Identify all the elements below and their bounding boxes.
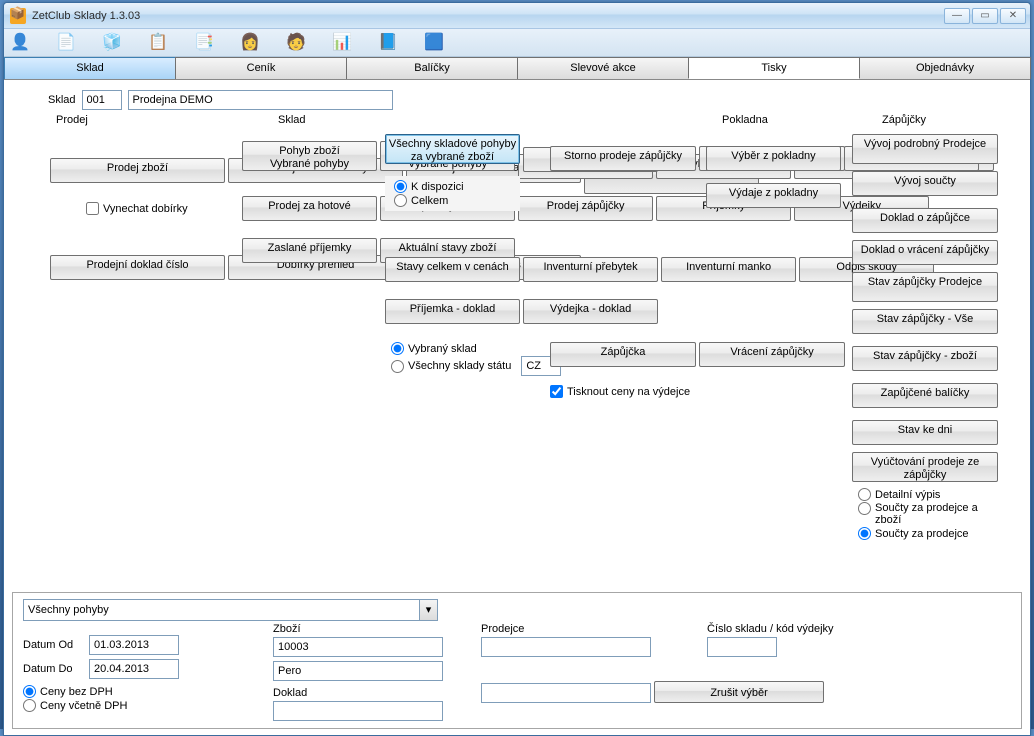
hdr-zapujcky: Zápůjčky bbox=[882, 114, 926, 126]
sklad-code-input[interactable] bbox=[82, 90, 122, 110]
tb-icon-6[interactable]: 👩 bbox=[240, 33, 260, 53]
maximize-button[interactable]: ▭ bbox=[972, 8, 998, 24]
chk-vynechat[interactable] bbox=[86, 202, 99, 215]
radio-celkem[interactable] bbox=[394, 194, 407, 207]
btn-stav-zbozi[interactable]: Stav zápůjčky - zboží bbox=[852, 346, 998, 371]
btn-prijemka-doklad[interactable]: Příjemka - doklad bbox=[385, 299, 520, 324]
radio-detailni-lbl: Detailní výpis bbox=[875, 489, 940, 501]
app-icon bbox=[10, 8, 26, 24]
radio-bez-dph[interactable] bbox=[23, 685, 36, 698]
hdr-sklad: Sklad bbox=[278, 114, 306, 126]
zbozi-name-input[interactable] bbox=[273, 661, 443, 681]
hdr-pokladna: Pokladna bbox=[722, 114, 768, 126]
radio-vybrany-sklad[interactable] bbox=[391, 342, 404, 355]
close-button[interactable]: ✕ bbox=[1000, 8, 1026, 24]
btn-vyuctovani[interactable]: Vyúčtování prodeje ze zápůjčky bbox=[852, 452, 998, 482]
tab-balicky[interactable]: Balíčky bbox=[346, 57, 518, 79]
tab-cenik[interactable]: Ceník bbox=[175, 57, 347, 79]
tb-icon-1[interactable]: 👤 bbox=[10, 33, 30, 53]
radio-kdispozici[interactable] bbox=[394, 180, 407, 193]
btn-doklad-vraceni[interactable]: Doklad o vrácení zápůjčky bbox=[852, 240, 998, 265]
toolbar: 👤 📄 🧊 📋 📑 👩 🧑 📊 📘 🟦 bbox=[4, 29, 1030, 57]
tb-icon-2[interactable]: 📄 bbox=[56, 33, 76, 53]
prodejce-code-input[interactable] bbox=[481, 637, 651, 657]
datum-do-input[interactable] bbox=[89, 659, 179, 679]
prodejce-name-input[interactable] bbox=[481, 683, 651, 703]
radio-celkem-lbl: Celkem bbox=[411, 195, 448, 207]
datum-od-input[interactable] bbox=[89, 635, 179, 655]
tb-icon-3[interactable]: 🧊 bbox=[102, 33, 122, 53]
radio-soucty-prodejce[interactable] bbox=[858, 527, 871, 540]
btn-vsechny-pohyby-zbozi[interactable]: Všechny skladové pohyby za vybrané zboží bbox=[385, 134, 520, 164]
sklad-name-input[interactable] bbox=[128, 90, 393, 110]
datum-do-lbl: Datum Do bbox=[23, 663, 83, 675]
radio-vybrany-sklad-lbl: Vybraný sklad bbox=[408, 343, 477, 355]
tb-icon-5[interactable]: 📑 bbox=[194, 33, 214, 53]
radio-vsechny-sklady[interactable] bbox=[391, 360, 404, 373]
btn-vyvoj-soucty[interactable]: Vývoj součty bbox=[852, 171, 998, 196]
btn-stav-ke-dni[interactable]: Stav ke dni bbox=[852, 420, 998, 445]
sklad-label: Sklad bbox=[48, 94, 76, 106]
btn-stavy-cenach[interactable]: Stavy celkem v cenách bbox=[385, 257, 520, 282]
btn-zapujcka[interactable]: Zápůjčka bbox=[550, 342, 696, 367]
tab-slevove[interactable]: Slevové akce bbox=[517, 57, 689, 79]
radio-detailni[interactable] bbox=[858, 488, 871, 501]
dropdown-icon[interactable]: ▾ bbox=[419, 600, 437, 620]
window-title: ZetClub Sklady 1.3.03 bbox=[30, 10, 944, 22]
doklad-input[interactable] bbox=[273, 701, 443, 721]
content-area: Sklad Prodej Sklad Pokladna Zápůjčky Pro… bbox=[4, 80, 1030, 590]
radio-soucty-prodejce-zbozi-lbl: Součty za prodejce a zboží bbox=[875, 502, 995, 526]
cislo-lbl: Číslo skladu / kód výdejky bbox=[707, 623, 834, 635]
btn-pohyb-vybrane[interactable]: Pohyb zboží Vybrané pohyby bbox=[242, 141, 377, 171]
tab-strip: Sklad Ceník Balíčky Slevové akce Tisky O… bbox=[4, 57, 1030, 80]
tb-icon-7[interactable]: 🧑 bbox=[286, 33, 306, 53]
radio-vcetne-dph[interactable] bbox=[23, 699, 36, 712]
btn-vydaje-pokladny[interactable]: Výdaje z pokladny bbox=[706, 183, 841, 208]
pohyby-combo-text: Všechny pohyby bbox=[24, 604, 419, 616]
btn-vyber-pokladny[interactable]: Výběr z pokladny bbox=[706, 146, 841, 171]
doklad-lbl: Doklad bbox=[273, 687, 443, 699]
chk-vynechat-lbl: Vynechat dobírky bbox=[103, 203, 188, 215]
radio-vsechny-sklady-lbl: Všechny sklady státu bbox=[408, 360, 511, 372]
tb-icon-9[interactable]: 📘 bbox=[378, 33, 398, 53]
radio-kdispozici-lbl: K dispozici bbox=[411, 181, 464, 193]
btn-vyvoj-podrobny[interactable]: Vývoj podrobný Prodejce bbox=[852, 134, 998, 164]
datum-od-lbl: Datum Od bbox=[23, 639, 83, 651]
btn-vraceni-zapujcky[interactable]: Vrácení zápůjčky bbox=[699, 342, 845, 367]
pohyby-combo[interactable]: Všechny pohyby ▾ bbox=[23, 599, 438, 621]
btn-prodejni-doklad[interactable]: Prodejní doklad číslo bbox=[50, 255, 225, 280]
radio-soucty-prodejce-zbozi[interactable] bbox=[858, 502, 871, 515]
zbozi-code-input[interactable] bbox=[273, 637, 443, 657]
btn-stav-prodejce[interactable]: Stav zápůjčky Prodejce bbox=[852, 272, 998, 302]
btn-prodej-hotove[interactable]: Prodej za hotové bbox=[242, 196, 377, 221]
zbozi-lbl: Zboží bbox=[273, 623, 443, 635]
chk-tisknout-ceny-lbl: Tisknout ceny na výdejce bbox=[567, 386, 690, 398]
tab-tisky[interactable]: Tisky bbox=[688, 57, 860, 79]
tb-icon-8[interactable]: 📊 bbox=[332, 33, 352, 53]
tb-icon-4[interactable]: 📋 bbox=[148, 33, 168, 53]
lower-panel: Všechny pohyby ▾ Datum Od Datum Do Ceny … bbox=[12, 592, 1022, 729]
btn-zapujcene-balicky[interactable]: Zapůjčené balíčky bbox=[852, 383, 998, 408]
btn-storno-zapujcky[interactable]: Storno prodeje zápůjčky bbox=[550, 146, 696, 171]
btn-prodej-zbozi[interactable]: Prodej zboží bbox=[50, 158, 225, 183]
radio-soucty-prodejce-lbl: Součty za prodejce bbox=[875, 528, 969, 540]
radio-vcetne-dph-lbl: Ceny včetně DPH bbox=[40, 700, 127, 712]
hdr-prodej: Prodej bbox=[56, 114, 88, 126]
minimize-button[interactable]: — bbox=[944, 8, 970, 24]
cislo-input[interactable] bbox=[707, 637, 777, 657]
tb-icon-10[interactable]: 🟦 bbox=[424, 33, 444, 53]
radio-bez-dph-lbl: Ceny bez DPH bbox=[40, 686, 113, 698]
tab-sklad[interactable]: Sklad bbox=[4, 57, 176, 79]
btn-zaslane-prijemky[interactable]: Zaslané příjemky bbox=[242, 238, 377, 263]
titlebar: ZetClub Sklady 1.3.03 — ▭ ✕ bbox=[4, 3, 1030, 29]
btn-doklad-zapujcce[interactable]: Doklad o zápůjčce bbox=[852, 208, 998, 233]
tab-objednavky[interactable]: Objednávky bbox=[859, 57, 1031, 79]
chk-tisknout-ceny[interactable] bbox=[550, 385, 563, 398]
btn-zrusit-vyber[interactable]: Zrušit výběr bbox=[654, 681, 824, 703]
app-window: ZetClub Sklady 1.3.03 — ▭ ✕ 👤 📄 🧊 📋 📑 👩 … bbox=[3, 2, 1031, 736]
btn-stav-vse[interactable]: Stav zápůjčky - Vše bbox=[852, 309, 998, 334]
